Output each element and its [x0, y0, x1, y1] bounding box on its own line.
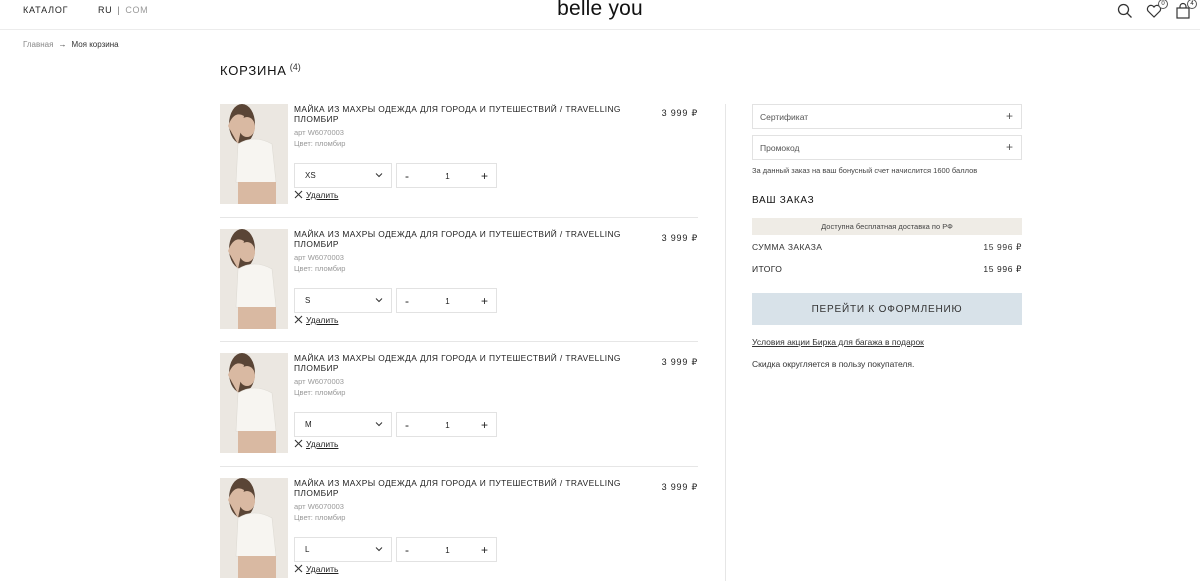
- site-header: КАТАЛОГ RU | COM belle you 0 4: [0, 0, 1200, 30]
- promocode-field[interactable]: Промокод +: [752, 135, 1022, 160]
- order-sum-label: СУММА ЗАКАЗА: [752, 242, 823, 252]
- breadcrumb: Главная → Моя корзина: [23, 40, 119, 49]
- remove-item-button[interactable]: Удалить: [294, 315, 338, 325]
- chevron-down-icon: [375, 422, 383, 427]
- certificate-field[interactable]: Сертификат +: [752, 104, 1022, 129]
- product-image[interactable]: [220, 228, 288, 329]
- product-price: 3 999 ₽: [661, 108, 698, 118]
- close-icon: [294, 315, 303, 323]
- product-article: арт W6070003: [294, 501, 344, 511]
- product-article: арт W6070003: [294, 377, 344, 386]
- certificate-label: Сертификат: [760, 112, 809, 122]
- size-select[interactable]: L: [294, 536, 392, 562]
- search-icon[interactable]: [1116, 2, 1134, 20]
- cart-item: МАЙКА ИЗ МАХРЫ ОДЕЖДА ДЛЯ ГОРОДА И ПУТЕШ…: [220, 216, 698, 354]
- favorites-button[interactable]: 0: [1145, 0, 1168, 20]
- close-icon: [294, 439, 303, 448]
- cart-item: МАЙКА ИЗ МАХРЫ ОДЕЖДА ДЛЯ ГОРОДА И ПУТЕШ…: [220, 104, 698, 229]
- close-icon: [294, 564, 303, 572]
- chevron-down-icon: [375, 546, 383, 551]
- quantity-stepper: - 1 +: [396, 536, 497, 562]
- quantity-increase-button[interactable]: +: [481, 418, 488, 432]
- cart-items-list: МАЙКА ИЗ МАХРЫ ОДЕЖДА ДЛЯ ГОРОДА И ПУТЕШ…: [220, 104, 698, 581]
- size-select-value: XS: [305, 171, 316, 180]
- order-total-label: ИТОГО: [752, 264, 783, 274]
- product-color: Цвет: пломбир: [294, 139, 346, 148]
- product-image[interactable]: [220, 104, 288, 204]
- product-name[interactable]: МАЙКА ИЗ МАХРЫ ОДЕЖДА ДЛЯ ГОРОДА И ПУТЕШ…: [294, 478, 624, 498]
- order-sum-row: СУММА ЗАКАЗА 15 996 ₽: [752, 242, 1022, 256]
- cart-button[interactable]: 4: [1174, 0, 1197, 20]
- remove-item-button[interactable]: Удалить: [294, 439, 338, 449]
- product-image[interactable]: [220, 353, 288, 453]
- breadcrumb-current: Моя корзина: [71, 40, 119, 49]
- quantity-stepper: - 1 +: [396, 412, 497, 437]
- free-delivery-banner: Доступна бесплатная доставка по РФ: [752, 218, 1022, 235]
- order-summary: Сертификат + Промокод + За данный заказ …: [752, 104, 1022, 369]
- product-price: 3 999 ₽: [661, 481, 698, 492]
- checkout-button[interactable]: ПЕРЕЙТИ К ОФОРМЛЕНИЮ: [752, 293, 1022, 325]
- size-select[interactable]: S: [294, 287, 392, 313]
- size-select[interactable]: XS: [294, 163, 392, 188]
- quantity-increase-button[interactable]: +: [481, 169, 488, 183]
- chevron-down-icon: [375, 173, 383, 178]
- column-divider: [725, 104, 726, 581]
- quantity-stepper: - 1 +: [396, 163, 497, 188]
- page-title: КОРЗИНА (4): [220, 62, 301, 78]
- certificate-expand-icon[interactable]: +: [1006, 109, 1013, 123]
- bonus-note: За данный заказ на ваш бонусный счет нач…: [752, 166, 978, 175]
- promo-terms-link[interactable]: Условия акции Бирка для багажа в подарок: [752, 337, 1022, 347]
- cart-item: МАЙКА ИЗ МАХРЫ ОДЕЖДА ДЛЯ ГОРОДА И ПУТЕШ…: [220, 465, 698, 581]
- product-article: арт W6070003: [294, 252, 344, 262]
- product-price: 3 999 ₽: [661, 232, 698, 243]
- chevron-down-icon: [375, 297, 383, 302]
- remove-item-label: Удалить: [306, 563, 339, 574]
- size-select[interactable]: M: [294, 412, 392, 437]
- remove-item-button[interactable]: Удалить: [294, 190, 338, 200]
- size-select-value: S: [305, 295, 311, 305]
- promocode-label: Промокод: [760, 143, 800, 153]
- product-color: Цвет: пломбир: [294, 388, 346, 397]
- order-title: ВАШ ЗАКАЗ: [752, 195, 815, 206]
- quantity-stepper: - 1 +: [396, 287, 497, 313]
- product-image[interactable]: [220, 477, 288, 578]
- breadcrumb-arrow-icon: →: [58, 40, 67, 49]
- remove-item-button[interactable]: Удалить: [294, 564, 338, 574]
- product-name[interactable]: МАЙКА ИЗ МАХРЫ ОДЕЖДА ДЛЯ ГОРОДА И ПУТЕШ…: [294, 229, 624, 249]
- remove-item-label: Удалить: [306, 190, 339, 200]
- order-sum-value: 15 996 ₽: [983, 242, 1022, 252]
- breadcrumb-home-link[interactable]: Главная: [23, 40, 53, 49]
- cart-item-count: (4): [289, 62, 301, 72]
- order-total-row: ИТОГО 15 996 ₽: [752, 264, 1022, 278]
- product-color: Цвет: пломбир: [294, 263, 346, 273]
- close-icon: [294, 190, 303, 199]
- product-article: арт W6070003: [294, 128, 344, 137]
- quantity-increase-button[interactable]: +: [481, 543, 488, 557]
- product-color: Цвет: пломбир: [294, 512, 346, 522]
- order-total-value: 15 996 ₽: [983, 264, 1022, 274]
- promocode-expand-icon[interactable]: +: [1006, 140, 1013, 154]
- rounding-note: Скидка округляется в пользу покупателя.: [752, 359, 915, 369]
- size-select-value: L: [305, 544, 310, 554]
- size-select-value: M: [305, 420, 312, 429]
- brand-logo[interactable]: belle you: [0, 0, 1200, 21]
- cart-title-text: КОРЗИНА: [220, 63, 287, 78]
- remove-item-label: Удалить: [306, 439, 339, 449]
- product-name[interactable]: МАЙКА ИЗ МАХРЫ ОДЕЖДА ДЛЯ ГОРОДА И ПУТЕШ…: [294, 104, 624, 124]
- quantity-increase-button[interactable]: +: [481, 294, 488, 308]
- remove-item-label: Удалить: [306, 314, 339, 325]
- product-price: 3 999 ₽: [661, 357, 698, 367]
- cart-item: МАЙКА ИЗ МАХРЫ ОДЕЖДА ДЛЯ ГОРОДА И ПУТЕШ…: [220, 341, 698, 478]
- product-name[interactable]: МАЙКА ИЗ МАХРЫ ОДЕЖДА ДЛЯ ГОРОДА И ПУТЕШ…: [294, 353, 624, 373]
